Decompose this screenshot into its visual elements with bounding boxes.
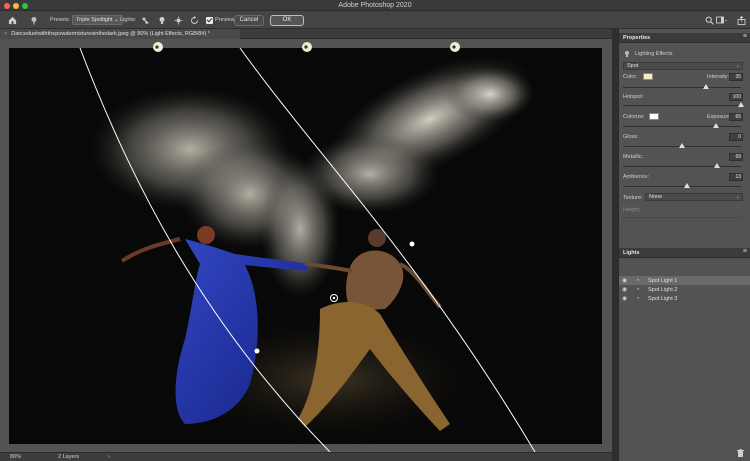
panel-menu-icon[interactable]: ≡ xyxy=(743,33,747,40)
intensity-field[interactable]: 35 xyxy=(729,72,743,81)
eye-icon[interactable]: ◉ xyxy=(622,295,630,302)
ambience-field[interactable]: 13 xyxy=(729,172,743,181)
light-row-spot-2[interactable]: ◉ ◔ Spot Light 2 xyxy=(619,285,750,294)
presets-value: Triple Spotlight xyxy=(76,17,113,23)
exposure-slider-thumb[interactable] xyxy=(713,123,720,128)
lighting-effects-icon xyxy=(625,50,629,57)
intensity-slider[interactable] xyxy=(623,84,741,89)
color-label: Color: xyxy=(623,73,638,80)
ambience-row: Ambience: 13 xyxy=(623,172,743,181)
hotspot-slider-thumb[interactable] xyxy=(738,102,744,107)
gloss-slider-thumb[interactable] xyxy=(679,143,685,148)
gloss-field[interactable]: 0 xyxy=(729,132,743,141)
add-point-light-icon[interactable] xyxy=(156,14,168,26)
texture-label: Texture: xyxy=(623,194,643,201)
document-tab-title: Danceduetwiththepowdermixturesinthedark.… xyxy=(11,31,210,37)
spot-light-icon: ◔ xyxy=(636,277,640,284)
light-pin-2[interactable] xyxy=(302,42,312,52)
trash-icon[interactable] xyxy=(737,449,744,459)
ambience-label: Ambience: xyxy=(623,173,649,180)
intensity-label: Intensity: xyxy=(707,73,730,80)
light-label: Spot Light 2 xyxy=(648,286,678,293)
presets-label: Presets: xyxy=(50,17,71,23)
status-menu-arrow[interactable]: › xyxy=(108,454,110,460)
document-tab[interactable]: × Danceduetwiththepowdermixturesinthedar… xyxy=(0,29,240,39)
document-tab-bar: × Danceduetwiththepowdermixturesinthedar… xyxy=(0,29,612,39)
metallic-slider[interactable] xyxy=(623,163,741,168)
ambience-slider[interactable] xyxy=(623,183,741,188)
hotspot-label: Hotspot: xyxy=(623,93,644,100)
metallic-row: Metallic: 69 xyxy=(623,152,743,161)
lighting-effects-heading: Lighting Effects xyxy=(623,49,743,58)
spot-light-icon: ◔ xyxy=(636,286,640,293)
gloss-label: Gloss: xyxy=(623,133,639,140)
gloss-slider[interactable] xyxy=(623,143,741,148)
properties-header: Properties ≡ xyxy=(619,33,750,43)
status-bar: 80% 2 Layers › xyxy=(0,452,612,461)
lighting-effects-label: Lighting Effects xyxy=(635,50,673,57)
add-infinite-light-icon[interactable] xyxy=(172,14,184,26)
height-row: Height: xyxy=(623,205,743,214)
layer-count: 2 Layers xyxy=(58,454,80,460)
preview-checkbox[interactable] xyxy=(206,16,213,24)
lights-header: Lights ≡ xyxy=(619,248,750,258)
share-icon[interactable] xyxy=(735,14,747,26)
hotspot-row: Hotspot: 100 xyxy=(623,92,743,101)
close-tab-icon[interactable]: × xyxy=(4,31,7,37)
canvas-image[interactable] xyxy=(0,39,612,452)
colorize-label: Colorize: xyxy=(623,113,645,120)
texture-value: None xyxy=(649,194,663,200)
app-title: Adobe Photoshop 2020 xyxy=(338,2,412,9)
light-pin-icon[interactable] xyxy=(28,14,40,26)
exposure-slider[interactable] xyxy=(623,123,741,128)
chevron-down-icon: ⌄ xyxy=(735,194,740,200)
eye-icon[interactable]: ◉ xyxy=(622,286,630,293)
light-row-spot-1[interactable]: ◉ ◔ Spot Light 1 xyxy=(619,276,750,285)
intensity-slider-thumb[interactable] xyxy=(702,84,709,89)
workspace-icon[interactable] xyxy=(716,14,728,26)
colorize-swatch[interactable] xyxy=(649,113,659,120)
light-label: Spot Light 3 xyxy=(648,295,678,302)
spot-light-icon: ◔ xyxy=(636,295,640,302)
title-bar: Adobe Photoshop 2020 xyxy=(0,0,750,11)
add-spot-light-icon[interactable] xyxy=(139,14,151,26)
home-icon[interactable] xyxy=(6,14,18,26)
canvas-area[interactable] xyxy=(0,39,612,452)
light-pin-3[interactable] xyxy=(450,42,460,52)
exposure-field[interactable]: 65 xyxy=(729,112,743,121)
chevron-down-icon: ⌄ xyxy=(735,63,740,69)
colorize-exposure-row: Colorize: Exposure: 65 xyxy=(623,112,743,121)
light-row-spot-3[interactable]: ◉ ◔ Spot Light 3 xyxy=(619,294,750,303)
eye-icon[interactable]: ◉ xyxy=(622,277,630,284)
options-bar: Presets: Triple Spotlight ⌄ Lights: Prev… xyxy=(0,11,750,29)
right-panel: Properties ≡ Lighting Effects Spot ⌄ Colo… xyxy=(618,29,750,461)
search-icon[interactable] xyxy=(703,14,715,26)
reset-icon[interactable] xyxy=(189,14,201,26)
ok-button[interactable]: OK xyxy=(270,14,304,26)
properties-title: Properties xyxy=(623,35,651,41)
ambience-slider-thumb[interactable] xyxy=(683,183,690,188)
light-color-swatch[interactable] xyxy=(643,73,653,80)
lights-label: Lights: xyxy=(120,17,137,23)
hotspot-field[interactable]: 100 xyxy=(729,92,743,101)
zoom-readout[interactable]: 80% xyxy=(10,454,21,460)
preview-label: Preview xyxy=(215,17,235,23)
cancel-button[interactable]: Cancel xyxy=(234,14,264,26)
light-pin-1[interactable] xyxy=(153,42,163,52)
texture-select[interactable]: None ⌄ xyxy=(645,193,743,201)
light-type-select[interactable]: Spot ⌄ xyxy=(623,62,743,70)
metallic-field[interactable]: 69 xyxy=(729,152,743,161)
metallic-slider-thumb[interactable] xyxy=(714,163,721,168)
height-slider xyxy=(623,217,741,218)
lights-panel-menu-icon[interactable]: ≡ xyxy=(743,248,747,255)
light-type-value: Spot xyxy=(627,63,639,69)
presets-select[interactable]: Triple Spotlight ⌄ xyxy=(72,15,123,25)
hotspot-slider[interactable] xyxy=(623,102,744,107)
height-label: Height: xyxy=(623,206,641,213)
lights-title: Lights xyxy=(623,250,640,256)
light-label: Spot Light 1 xyxy=(648,277,678,284)
gloss-row: Gloss: 0 xyxy=(623,132,743,141)
color-intensity-row: Color: Intensity: 35 xyxy=(623,72,743,81)
metallic-label: Metallic: xyxy=(623,153,644,160)
